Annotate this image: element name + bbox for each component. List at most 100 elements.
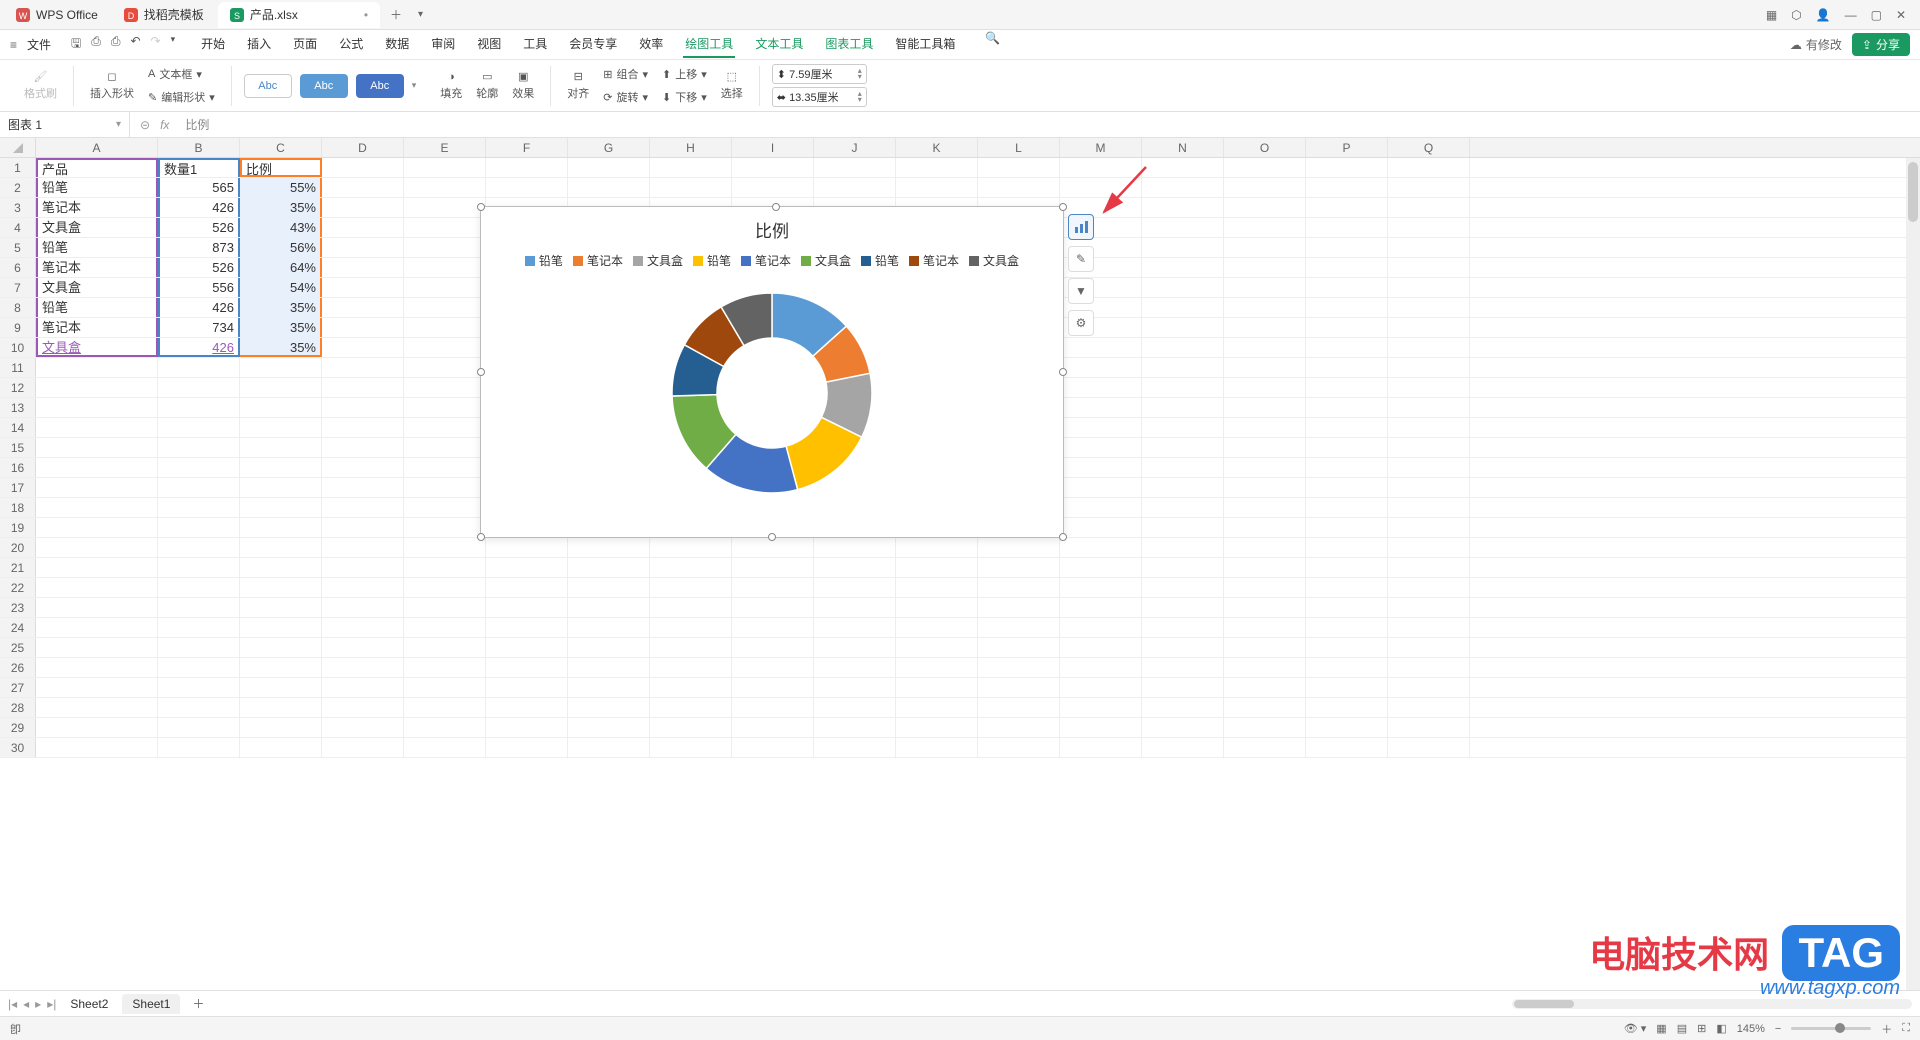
cell[interactable] xyxy=(1060,438,1142,457)
cell[interactable] xyxy=(486,558,568,577)
cell[interactable] xyxy=(1388,498,1470,517)
cell[interactable] xyxy=(486,598,568,617)
print-icon[interactable]: ⎙ xyxy=(91,34,101,55)
cell[interactable] xyxy=(1388,218,1470,237)
cell[interactable] xyxy=(1388,678,1470,697)
cell[interactable] xyxy=(1306,618,1388,637)
row-header[interactable]: 12 xyxy=(0,378,36,397)
cell[interactable] xyxy=(896,558,978,577)
cell[interactable] xyxy=(1142,598,1224,617)
cell[interactable] xyxy=(568,158,650,177)
cell[interactable] xyxy=(158,398,240,417)
cell[interactable] xyxy=(404,418,486,437)
cell[interactable] xyxy=(1306,158,1388,177)
cell[interactable] xyxy=(1060,578,1142,597)
effect-button[interactable]: ▣效果 xyxy=(508,68,538,103)
sheet-prev-icon[interactable]: ◂ xyxy=(23,997,29,1011)
cell[interactable] xyxy=(1224,598,1306,617)
resize-handle[interactable] xyxy=(477,368,485,376)
cell[interactable] xyxy=(1142,658,1224,677)
cell[interactable] xyxy=(36,658,158,677)
cell[interactable] xyxy=(322,638,404,657)
zoom-value[interactable]: 145% xyxy=(1737,1023,1765,1035)
cell[interactable] xyxy=(1060,718,1142,737)
cell[interactable] xyxy=(1224,718,1306,737)
cell[interactable] xyxy=(1306,298,1388,317)
cell[interactable]: 873 xyxy=(158,238,240,257)
cell[interactable] xyxy=(240,638,322,657)
cell[interactable] xyxy=(322,738,404,757)
cell[interactable]: 54% xyxy=(240,278,322,297)
tab-text-tools[interactable]: 文本工具 xyxy=(753,31,805,58)
cell[interactable]: 文具盒 xyxy=(36,218,158,237)
cell[interactable] xyxy=(404,718,486,737)
cell[interactable] xyxy=(240,418,322,437)
cell[interactable] xyxy=(1224,698,1306,717)
maximize-button[interactable]: ▢ xyxy=(1871,8,1882,22)
cell[interactable] xyxy=(240,698,322,717)
chart-elements-button[interactable] xyxy=(1068,214,1094,240)
cell[interactable]: 铅笔 xyxy=(36,178,158,197)
zoom-out-button[interactable]: − xyxy=(1775,1023,1781,1035)
cell[interactable] xyxy=(1224,158,1306,177)
cell[interactable] xyxy=(1306,698,1388,717)
cell[interactable] xyxy=(1060,178,1142,197)
cell[interactable] xyxy=(1306,178,1388,197)
cell[interactable] xyxy=(1224,478,1306,497)
row-header[interactable]: 21 xyxy=(0,558,36,577)
cell[interactable] xyxy=(1388,718,1470,737)
row-header[interactable]: 22 xyxy=(0,578,36,597)
fullscreen-icon[interactable]: ⛶ xyxy=(1902,1022,1910,1035)
search-icon[interactable]: 🔍 xyxy=(985,31,1000,58)
cell[interactable] xyxy=(322,558,404,577)
row-header[interactable]: 10 xyxy=(0,338,36,357)
cell[interactable] xyxy=(486,638,568,657)
height-input[interactable]: ⬍ 7.59厘米▴▾ xyxy=(772,64,867,84)
cell[interactable] xyxy=(1224,438,1306,457)
tab-insert[interactable]: 插入 xyxy=(245,31,273,58)
tab-menu-button[interactable]: ▾ xyxy=(410,5,431,24)
cell[interactable] xyxy=(486,738,568,757)
cell[interactable] xyxy=(568,698,650,717)
cell[interactable] xyxy=(404,198,486,217)
cell[interactable] xyxy=(896,598,978,617)
tab-data[interactable]: 数据 xyxy=(383,31,411,58)
cell[interactable] xyxy=(404,158,486,177)
cell[interactable] xyxy=(36,698,158,717)
cell[interactable] xyxy=(404,678,486,697)
shape-style-1[interactable]: Abc xyxy=(244,74,292,98)
cell[interactable] xyxy=(1142,458,1224,477)
cell[interactable] xyxy=(404,298,486,317)
cell[interactable]: 426 xyxy=(158,198,240,217)
cell[interactable]: 64% xyxy=(240,258,322,277)
cell[interactable] xyxy=(1388,338,1470,357)
cell[interactable] xyxy=(1060,158,1142,177)
cell[interactable] xyxy=(322,218,404,237)
cell[interactable] xyxy=(1388,478,1470,497)
cell[interactable] xyxy=(896,678,978,697)
cell[interactable] xyxy=(486,578,568,597)
cell[interactable] xyxy=(1306,238,1388,257)
cell[interactable] xyxy=(322,618,404,637)
cell[interactable] xyxy=(404,398,486,417)
view-page-icon[interactable]: ▤ xyxy=(1677,1022,1687,1035)
cell[interactable] xyxy=(240,578,322,597)
chart-object[interactable]: 比例 铅笔笔记本文具盒铅笔笔记本文具盒铅笔笔记本文具盒 xyxy=(480,206,1064,538)
cell[interactable] xyxy=(486,658,568,677)
cell[interactable] xyxy=(1306,418,1388,437)
cell[interactable] xyxy=(568,678,650,697)
cell[interactable] xyxy=(1388,358,1470,377)
cell[interactable] xyxy=(568,658,650,677)
cell[interactable] xyxy=(1388,558,1470,577)
cell[interactable] xyxy=(1306,198,1388,217)
cell[interactable] xyxy=(1388,298,1470,317)
sheet-add-button[interactable]: ＋ xyxy=(184,992,212,1015)
modify-badge[interactable]: ☁ 有修改 xyxy=(1790,36,1842,53)
cell[interactable] xyxy=(896,738,978,757)
view-icon[interactable]: 👁 ▾ xyxy=(1624,1022,1647,1035)
cell[interactable] xyxy=(240,618,322,637)
cell[interactable] xyxy=(896,618,978,637)
cell[interactable] xyxy=(1142,478,1224,497)
cell[interactable] xyxy=(1306,458,1388,477)
cell[interactable] xyxy=(1306,318,1388,337)
